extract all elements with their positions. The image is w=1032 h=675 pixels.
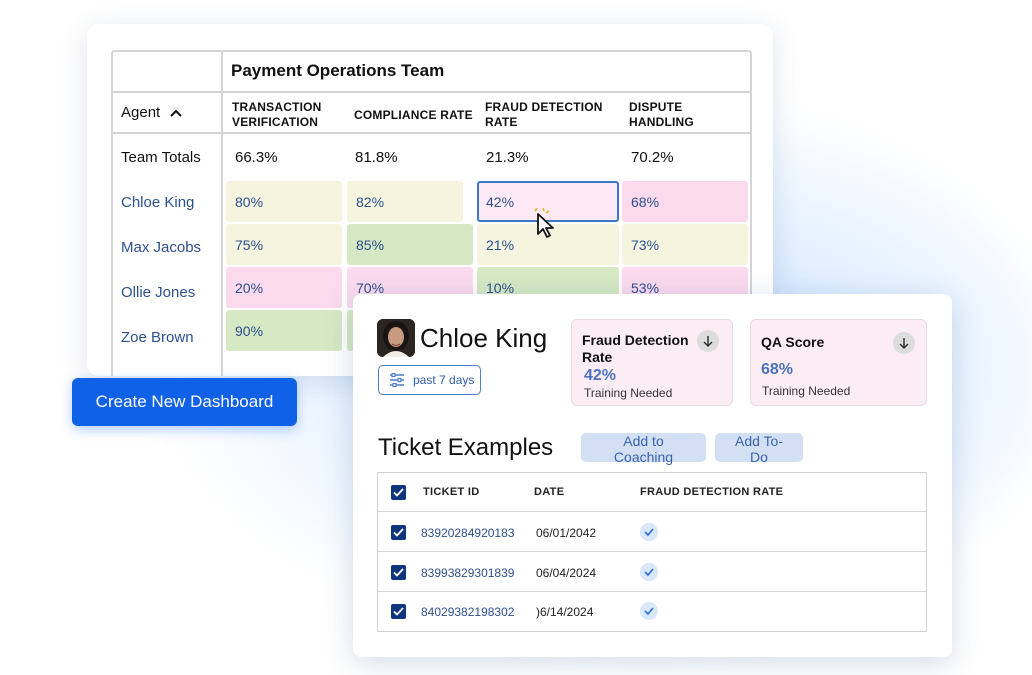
checkmark-icon: [640, 563, 658, 581]
ticket-table: TICKET ID DATE FRAUD DETECTION RATE 8392…: [377, 472, 927, 632]
row-checkbox[interactable]: [391, 565, 406, 580]
column-header-fraud-detection-rate[interactable]: FRAUD DETECTION RATE: [485, 100, 603, 130]
ticket-examples-title: Ticket Examples: [378, 434, 554, 461]
score-cell[interactable]: 75%: [226, 224, 342, 265]
table-row: 83993829301839 06/04/2024: [378, 553, 926, 592]
chevron-up-icon: [170, 109, 182, 117]
period-filter-button[interactable]: past 7 days: [378, 365, 481, 395]
score-cell[interactable]: 82%: [347, 181, 463, 222]
add-to-coaching-button[interactable]: Add to Coaching: [581, 433, 706, 465]
row-checkbox[interactable]: [391, 525, 406, 540]
total-dispute-handling: 70.2%: [631, 149, 674, 166]
column-header-dispute-handling[interactable]: DISPUTE HANDLING: [629, 100, 694, 130]
agent-sort-header[interactable]: Agent: [121, 104, 182, 121]
metric-title: Fraud Detection: [582, 332, 689, 348]
ticket-id-link[interactable]: 84029382198302: [421, 605, 514, 619]
arrow-down-icon[interactable]: [697, 330, 719, 352]
metric-title: QA Score: [761, 334, 825, 350]
table-row: 84029382198302 )6/14/2024: [378, 592, 926, 631]
total-transaction-verification: 66.3%: [235, 149, 278, 166]
agent-name: Chloe King: [420, 323, 548, 353]
agent-header-label: Agent: [121, 104, 161, 121]
column-header-transaction-verification[interactable]: TRANSACTION VERIFICATION: [232, 100, 322, 130]
metric-value: 42%: [584, 367, 617, 384]
checkmark-icon: [640, 602, 658, 620]
total-compliance-rate: 81.8%: [355, 149, 398, 166]
score-cell[interactable]: 68%: [622, 181, 748, 222]
ticket-id-link[interactable]: 83993829301839: [421, 566, 514, 580]
agent-link-ollie-jones[interactable]: Ollie Jones: [121, 284, 195, 301]
row-checkbox[interactable]: [391, 604, 406, 619]
metric-title: Rate: [582, 349, 613, 365]
team-title: Payment Operations Team: [231, 61, 445, 80]
ticket-date: 06/04/2024: [536, 566, 597, 580]
select-all-checkbox[interactable]: [391, 485, 406, 500]
metric-status: Training Needed: [584, 386, 673, 400]
metric-card-qa-score[interactable]: QA Score 68% Training Needed: [750, 319, 927, 406]
add-todo-button[interactable]: Add To-Do: [715, 433, 803, 465]
avatar: [377, 319, 415, 357]
column-header-compliance-rate[interactable]: COMPLIANCE RATE: [354, 108, 473, 123]
ticket-date: )6/14/2024: [536, 605, 594, 619]
agent-link-zoe-brown[interactable]: Zoe Brown: [121, 329, 194, 346]
metric-card-fraud-detection[interactable]: Fraud Detection Rate 42% Training Needed: [571, 319, 733, 406]
score-cell[interactable]: 90%: [226, 310, 342, 351]
ticket-id-link[interactable]: 83920284920183: [421, 526, 514, 540]
arrow-down-icon[interactable]: [893, 332, 915, 354]
sliders-icon: [390, 373, 404, 387]
score-cell[interactable]: 80%: [226, 181, 342, 222]
score-cell[interactable]: 20%: [226, 267, 342, 308]
row-divider: [113, 91, 750, 93]
create-new-dashboard-button[interactable]: Create New Dashboard: [72, 378, 297, 426]
agent-link-chloe-king[interactable]: Chloe King: [121, 194, 194, 211]
team-totals-label: Team Totals: [121, 149, 201, 166]
total-fraud-detection-rate: 21.3%: [486, 149, 529, 166]
checkmark-icon: [640, 523, 658, 541]
header-ticket-id[interactable]: TICKET ID: [423, 486, 479, 498]
metric-value: 68%: [761, 361, 794, 378]
header-date[interactable]: DATE: [534, 486, 564, 498]
table-row: 83920284920183 06/01/2042: [378, 513, 926, 552]
agent-detail-card: Chloe King past 7 days Fraud Detection R…: [353, 294, 952, 657]
period-label: past 7 days: [413, 373, 475, 387]
row-divider: [113, 132, 750, 134]
header-fraud-detection-rate[interactable]: FRAUD DETECTION RATE: [640, 486, 783, 498]
ticket-date: 06/01/2042: [536, 526, 597, 540]
score-cell[interactable]: 85%: [347, 224, 473, 265]
score-cell[interactable]: 73%: [622, 224, 748, 265]
agent-link-max-jacobs[interactable]: Max Jacobs: [121, 239, 201, 256]
mouse-pointer-icon: [534, 208, 554, 238]
ticket-table-header: TICKET ID DATE FRAUD DETECTION RATE: [378, 473, 926, 512]
column-divider: [221, 52, 223, 376]
metric-status: Training Needed: [762, 384, 851, 398]
